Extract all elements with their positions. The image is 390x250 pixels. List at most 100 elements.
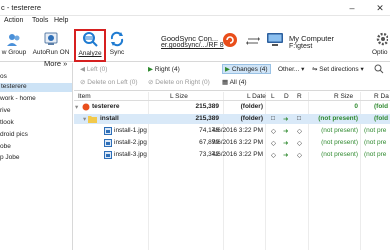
sync-icon [110, 31, 124, 47]
filter-other[interactable]: Other... ▾ [278, 65, 304, 73]
row-lsize: 215,389 [195, 103, 220, 110]
filter-all[interactable]: ▦ All (4) [222, 78, 247, 86]
row-rsize: (not present) [321, 151, 358, 158]
arrow-right-icon[interactable]: ➜ [283, 139, 288, 147]
arrow-right-icon[interactable]: ➜ [283, 115, 288, 123]
row-ldate: 7/6/2016 3:22 PM [211, 127, 263, 134]
minimize-button[interactable]: – [347, 3, 357, 13]
sidebar-item[interactable]: work - home [0, 95, 36, 102]
row-rdate: (fold [374, 103, 389, 110]
right-connection-path: F:\gtest [289, 43, 313, 50]
menu-tools[interactable]: Tools [32, 17, 48, 24]
checkbox-icon[interactable]: □ [297, 115, 301, 122]
table-row[interactable]: ▾ install 215,389 (folder) □ ➜ □ (not pr… [74, 114, 390, 124]
file-tree-table: Item L Size L Date L D R R Size R Da ▾ t… [74, 92, 390, 250]
sidebar-item-selected[interactable]: testerere [0, 83, 72, 92]
col-rdate[interactable]: R Da [374, 93, 389, 100]
sidebar-item[interactable]: os [0, 73, 7, 80]
checkbox-icon[interactable]: □ [271, 115, 275, 122]
toolbar: w Group AutoRun ON Analyze Sync GoodSync… [0, 28, 390, 62]
col-item[interactable]: Item [78, 93, 91, 100]
arrow-right-icon[interactable]: ➜ [283, 151, 288, 159]
col-d[interactable]: D [284, 93, 289, 100]
folder-icon [88, 116, 97, 123]
search-icon[interactable] [374, 64, 384, 74]
menu-action[interactable]: Action [4, 17, 23, 24]
filter-delete-right[interactable]: ⊘ Delete on Right (0) [148, 78, 210, 86]
row-ldate: 7/6/2016 3:22 PM [211, 151, 263, 158]
filter-right[interactable]: ▶ Right (4) [148, 65, 180, 73]
col-lsize[interactable]: L Size [170, 93, 188, 100]
collapse-icon[interactable]: ▾ [75, 103, 78, 111]
sidebar-item[interactable]: rive [0, 107, 10, 114]
checkbox-icon[interactable]: ◇ [297, 127, 302, 135]
checkbox-icon[interactable]: ◇ [271, 151, 276, 159]
title-bar: c - testerere – ✕ [0, 0, 390, 16]
swap-arrows-icon[interactable] [246, 36, 260, 46]
checkbox-icon[interactable]: ◇ [271, 139, 276, 147]
row-rdate: (fold [374, 115, 389, 122]
col-ldate[interactable]: L Date [247, 93, 266, 100]
checkbox-icon[interactable]: ◇ [271, 127, 276, 135]
collapse-icon[interactable]: ▾ [83, 115, 86, 123]
row-ldate: (folder) [240, 103, 263, 110]
gear-icon [376, 32, 388, 46]
sync-button[interactable]: Sync [105, 28, 129, 62]
row-lsize: 215,389 [195, 115, 220, 122]
image-file-icon [104, 151, 112, 159]
checkbox-icon[interactable]: ◇ [297, 139, 302, 147]
more-button[interactable]: More » [44, 59, 67, 68]
row-rsize: (not present) [321, 127, 358, 134]
row-name: install-3.jpg [114, 151, 147, 158]
row-rdate: (not pre [364, 139, 387, 146]
sync-label: Sync [109, 49, 125, 56]
goodsync-logo-icon [223, 33, 237, 47]
table-row[interactable]: install-1.jpg 74,148 7/6/2016 3:22 PM ◇ … [74, 126, 390, 136]
autorun-icon [44, 32, 58, 45]
row-rsize: (not present) [318, 115, 358, 122]
right-connection-title: My Computer [289, 34, 335, 43]
job-status-icon [82, 103, 90, 111]
new-group-label: w Group [1, 49, 27, 56]
menu-help[interactable]: Help [54, 17, 68, 24]
col-r[interactable]: R [297, 93, 302, 100]
jobs-sidebar: More » os testerere work - home rive tlo… [0, 59, 73, 250]
options-label: Optio [372, 49, 388, 56]
arrow-right-icon[interactable]: ➜ [283, 127, 288, 135]
options-button[interactable]: Optio [372, 28, 390, 62]
autorun-button[interactable]: AutoRun ON [31, 28, 71, 62]
filter-left[interactable]: ◀ Left (0) [80, 65, 107, 73]
table-row[interactable]: install-2.jpg 67,899 7/6/2016 3:22 PM ◇ … [74, 138, 390, 148]
analyze-highlight [74, 29, 106, 62]
table-row[interactable]: install-3.jpg 73,342 7/6/2016 3:22 PM ◇ … [74, 150, 390, 160]
row-name: testerere [92, 103, 120, 110]
image-file-icon [104, 139, 112, 147]
sidebar-item[interactable]: p Jobe [0, 154, 20, 161]
row-ldate: 7/6/2016 3:22 PM [211, 139, 263, 146]
row-rdate: (not pre [364, 127, 387, 134]
checkbox-icon[interactable]: ◇ [297, 151, 302, 159]
row-name: install-1.jpg [114, 127, 147, 134]
filter-delete-left[interactable]: ⊘ Delete on Left (0) [80, 78, 138, 86]
row-name: install [100, 115, 119, 122]
close-button[interactable]: ✕ [375, 3, 385, 13]
filter-changes[interactable]: ▶ Changes (4) [222, 64, 271, 74]
set-directions[interactable]: ⇋ Set directions ▾ [312, 65, 364, 73]
window-title: c - testerere [1, 3, 42, 12]
sidebar-item[interactable]: tlook [0, 119, 14, 126]
new-group-button[interactable]: w Group [0, 28, 28, 62]
filter-bar: ◀ Left (0) ▶ Right (4) ▶ Changes (4) Oth… [74, 63, 390, 91]
computer-icon [267, 33, 283, 46]
row-rsize: (not present) [321, 139, 358, 146]
left-connection-path[interactable]: er.goodsync/.../RF 8 [161, 42, 224, 49]
sidebar-item[interactable]: obe [0, 143, 11, 150]
menu-bar: Action Tools Help [0, 16, 390, 28]
row-ldate: (folder) [240, 115, 263, 122]
sidebar-item[interactable]: droid pics [0, 131, 28, 138]
row-rdate: (not pre [364, 151, 387, 158]
row-name: install-2.jpg [114, 139, 147, 146]
col-rsize[interactable]: R Size [334, 93, 353, 100]
col-l[interactable]: L [271, 93, 275, 100]
table-row[interactable]: ▾ testerere 215,389 (folder) 0 (fold [74, 102, 390, 112]
image-file-icon [104, 127, 112, 135]
